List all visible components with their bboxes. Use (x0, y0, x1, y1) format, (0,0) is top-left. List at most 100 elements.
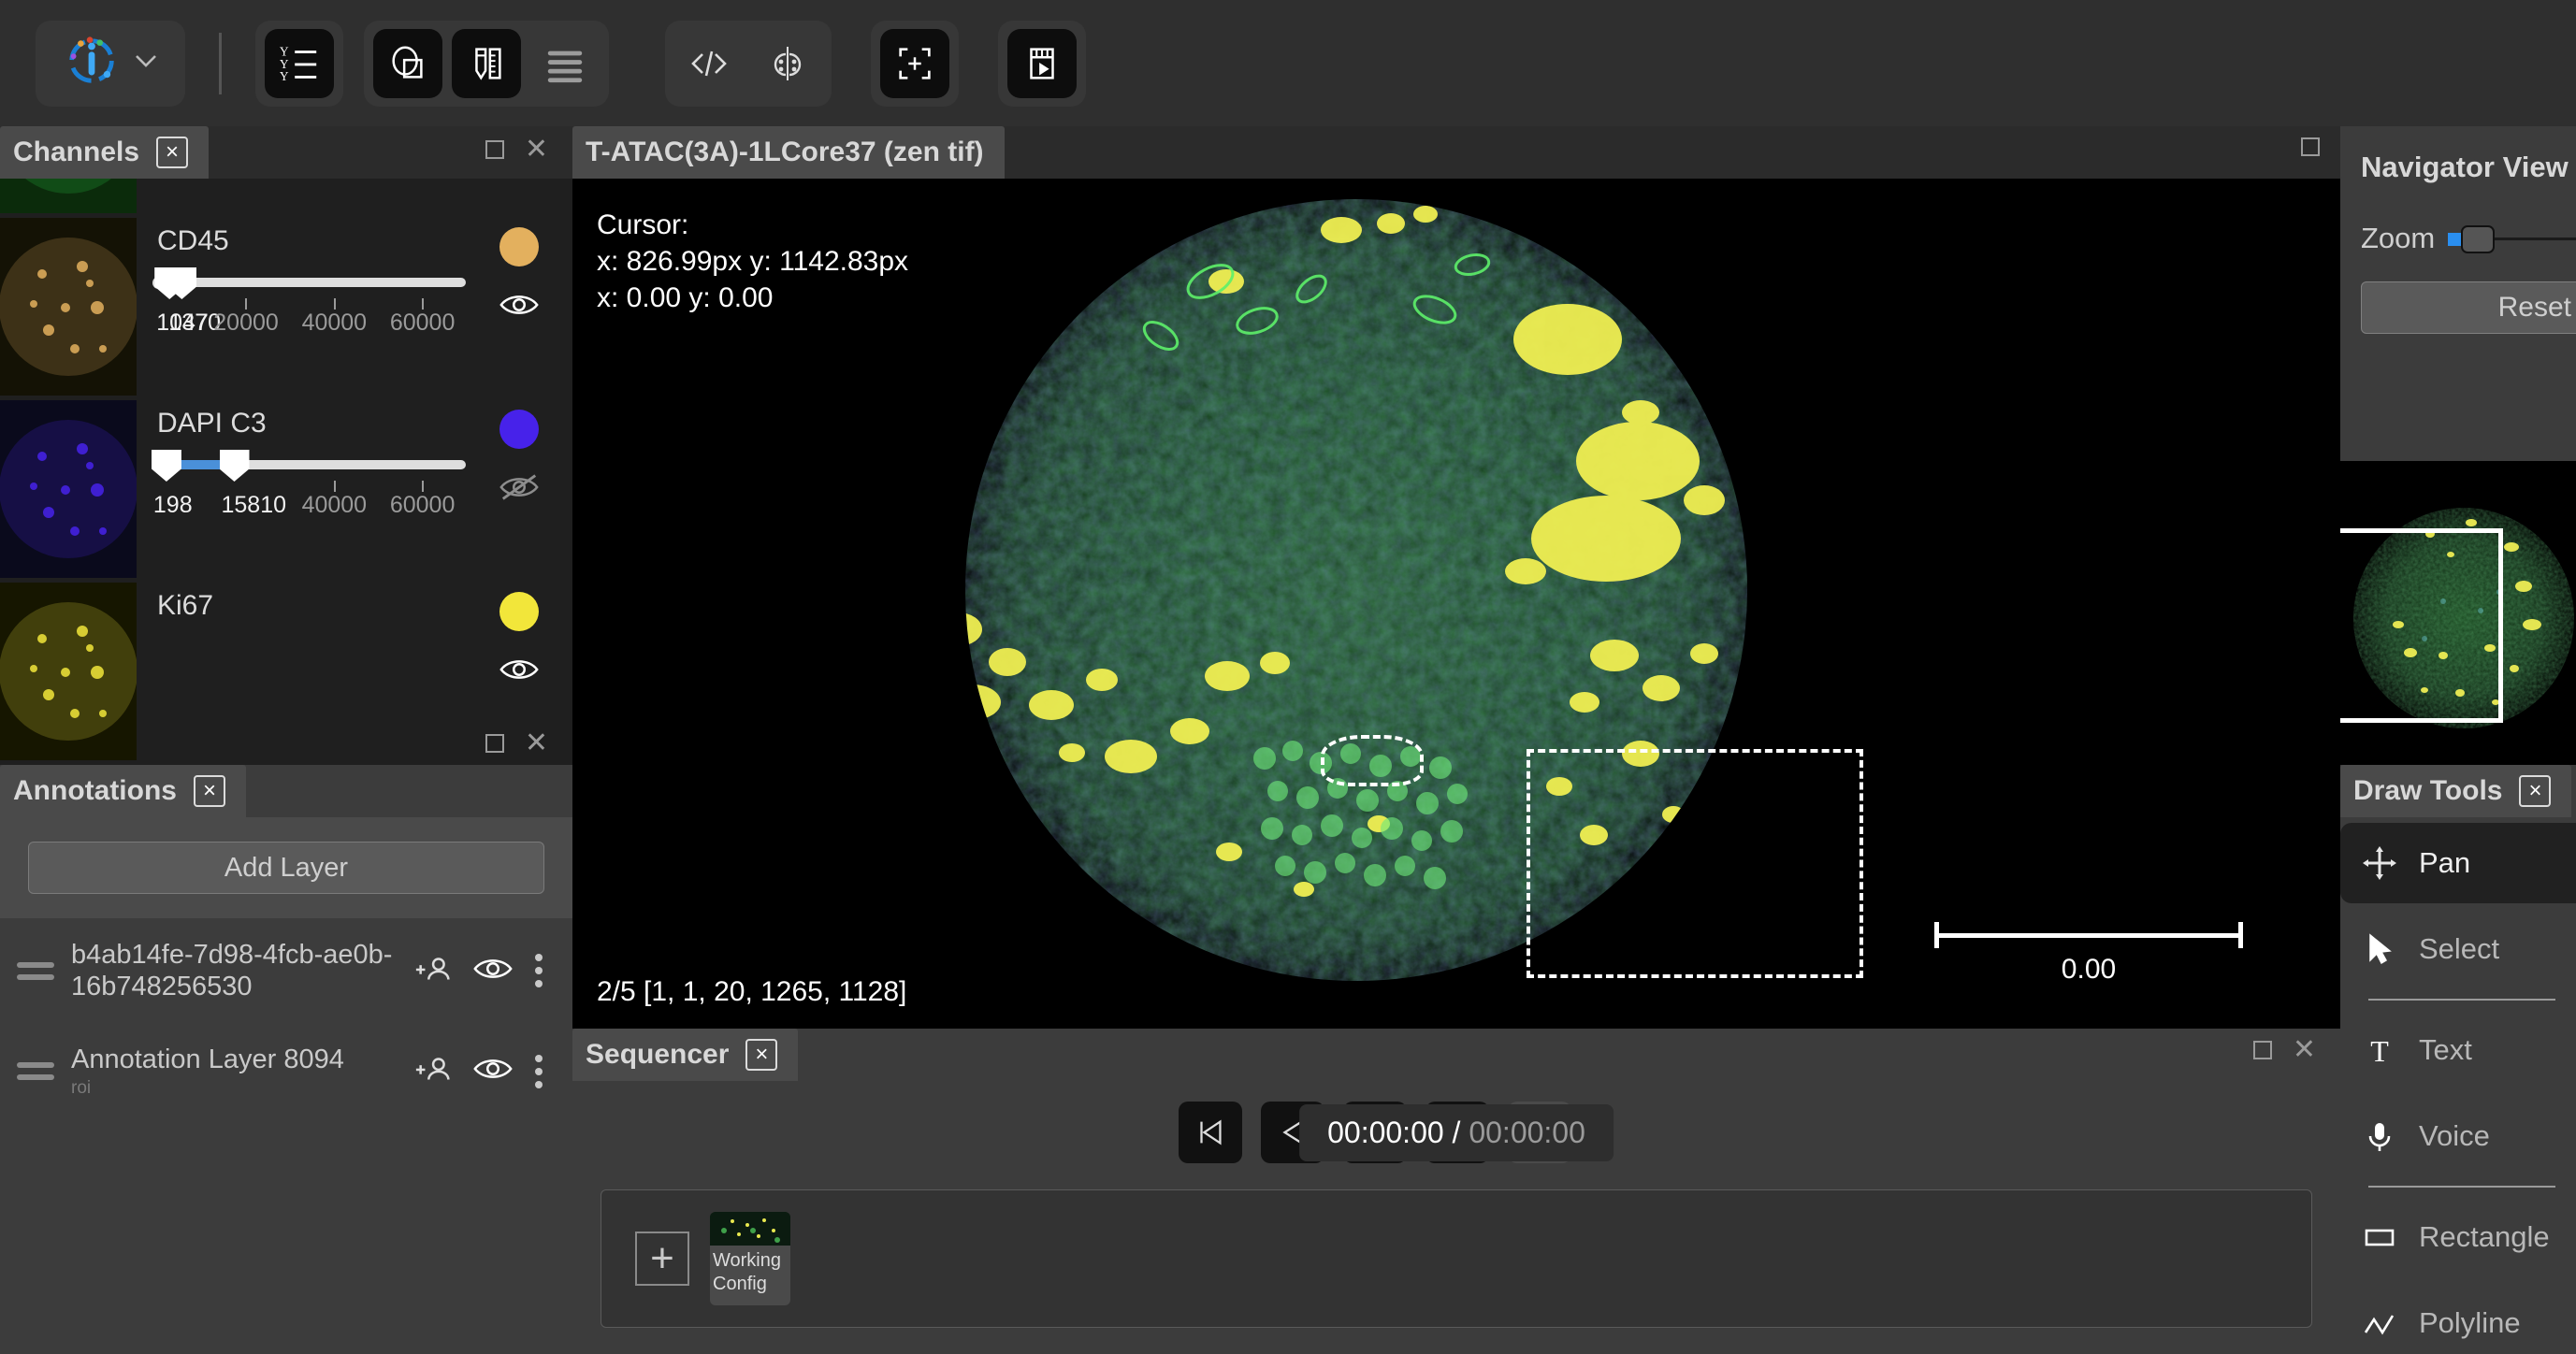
eye-hidden-icon[interactable] (498, 473, 541, 501)
draw-tools-divider (2368, 999, 2555, 1001)
close-icon[interactable]: × (2519, 775, 2551, 807)
range-min-handle[interactable] (152, 450, 181, 482)
eye-visible-icon[interactable] (498, 291, 541, 319)
close-icon[interactable]: × (156, 137, 188, 168)
toolbar-divider (219, 33, 222, 94)
maximize-icon[interactable] (485, 734, 504, 753)
sequencer-step-card[interactable]: Working Config (710, 1212, 790, 1305)
annotation-layers-list: b4ab14fe-7d98-4fcb-ae0b-16b748256530 Anno… (0, 918, 572, 1119)
channel-body: DAPI C3198158104000060000 (137, 400, 572, 520)
menu-button[interactable] (530, 29, 600, 98)
add-user-icon[interactable] (413, 955, 456, 987)
scale-bar-label: 0.00 (1934, 954, 2243, 986)
draw-tool-rectangle[interactable]: Rectangle (2340, 1197, 2576, 1277)
draw-tool-select[interactable]: Select (2340, 909, 2576, 989)
skip-to-start-button[interactable] (1179, 1102, 1242, 1163)
channel-slider-ticks: 10471370200004000060000 (157, 298, 466, 338)
annotations-tab[interactable]: Annotations × (0, 765, 246, 817)
eye-visible-icon[interactable] (471, 955, 514, 987)
sequencer-tab-label: Sequencer (586, 1039, 729, 1071)
app-logo-button[interactable] (36, 21, 185, 107)
add-user-icon[interactable] (413, 1055, 456, 1088)
range-max-handle[interactable] (220, 450, 250, 482)
channels-list[interactable]: ER09039200004000060000CD4510471370200004… (0, 179, 572, 765)
draw-tools-tab[interactable]: Draw Tools × (2340, 765, 2571, 817)
cursor-label: Cursor: (597, 207, 908, 243)
channel-color-swatch[interactable] (499, 227, 539, 266)
reset-view-button[interactable]: Reset (2361, 281, 2576, 334)
code-button[interactable] (674, 29, 744, 98)
toolbar-group-analysis (665, 21, 832, 107)
sequencer-panel: Sequencer × ✕ (572, 1029, 2340, 1354)
draw-tool-voice[interactable]: Voice (2340, 1096, 2576, 1176)
filmstrip-button[interactable] (1007, 29, 1077, 98)
sequencer-steps: Working Config (710, 1212, 790, 1305)
annotations-panel: Annotations × ✕ Add Layer b4ab14fe-7d98-… (0, 765, 572, 1354)
navigator-viewport-rect[interactable] (2340, 528, 2503, 723)
close-icon[interactable]: ✕ (525, 136, 548, 164)
toolbar-group-view (871, 21, 959, 107)
viewer-header: T-ATAC(3A)-1LCore37 (zen tif) (572, 126, 2340, 179)
annotations-window-buttons: ✕ (485, 729, 548, 757)
annotation-layer-title: b4ab14fe-7d98-4fcb-ae0b-16b748256530 (71, 939, 397, 1002)
fit-to-screen-button[interactable] (880, 29, 949, 98)
channel-range-slider[interactable] (157, 270, 466, 295)
zoom-slider-knob[interactable] (2461, 225, 2495, 253)
channels-list-button[interactable]: Y Y Y (265, 29, 334, 98)
close-icon[interactable]: ✕ (2293, 1036, 2316, 1064)
channels-panel-header: Channels × ✕ (0, 126, 572, 179)
kebab-menu-icon[interactable] (529, 954, 548, 987)
channel-max-value: 15810 (222, 492, 287, 519)
rectangle-icon (2361, 1218, 2398, 1256)
add-step-button[interactable]: + (635, 1232, 689, 1286)
channel-thumbnail[interactable] (0, 400, 137, 578)
annotation-layer-row[interactable]: Annotation Layer 8094roi (0, 1023, 572, 1118)
scale-bar-graphic (1934, 922, 2243, 948)
roi-rectangle-annotation[interactable] (1527, 749, 1863, 978)
zoom-slider[interactable] (2448, 225, 2576, 252)
microphone-icon (2361, 1117, 2398, 1155)
channels-tab[interactable]: Channels × (0, 126, 209, 179)
sequencer-timeline[interactable]: + Working Config (601, 1189, 2312, 1328)
channel-color-swatch[interactable] (499, 410, 539, 449)
maximize-icon[interactable] (485, 140, 504, 159)
navigator-minimap[interactable] (2340, 461, 2576, 765)
channel-thumbnail[interactable] (0, 179, 137, 213)
sequencer-tab[interactable]: Sequencer × (572, 1029, 798, 1081)
sequencer-window-buttons: ✕ (2253, 1036, 2316, 1064)
roi-freehand-annotation[interactable] (1321, 735, 1424, 786)
eye-visible-icon[interactable] (498, 655, 541, 684)
eye-visible-icon[interactable] (471, 1055, 514, 1088)
kebab-menu-icon[interactable] (529, 1055, 548, 1088)
shapes-overlay-button[interactable] (373, 29, 442, 98)
frame-index-readout: 2/5 [1, 1, 20, 1265, 1128] (597, 976, 906, 1008)
channel-range-slider[interactable] (157, 453, 466, 477)
channel-color-swatch[interactable] (499, 592, 539, 631)
draw-tool-text[interactable]: TText (2340, 1010, 2576, 1090)
close-icon[interactable]: × (745, 1039, 777, 1071)
drag-handle-icon[interactable] (17, 956, 54, 987)
draw-tool-polyline[interactable]: Polyline (2340, 1283, 2576, 1354)
maximize-icon[interactable] (2301, 137, 2320, 156)
image-viewer-panel: T-ATAC(3A)-1LCore37 (zen tif) (572, 126, 2340, 1029)
toolbar-group-filmstrip (998, 21, 1086, 107)
segmentation-button[interactable] (753, 29, 822, 98)
chevron-down-icon[interactable] (134, 52, 158, 74)
annotation-layer-actions (413, 954, 548, 987)
channel-thumbnail[interactable] (0, 218, 137, 396)
close-icon[interactable]: ✕ (525, 729, 548, 757)
channel-row: ER09039200004000060000 (0, 179, 572, 218)
draw-tool-pan[interactable]: Pan (2340, 823, 2576, 903)
viewer-tab[interactable]: T-ATAC(3A)-1LCore37 (zen tif) (572, 126, 1005, 179)
draw-measure-button[interactable] (452, 29, 521, 98)
drag-handle-icon[interactable] (17, 1056, 54, 1087)
channel-thumbnail[interactable] (0, 583, 137, 760)
channel-tick-label: 60000 (390, 310, 456, 337)
annotation-layer-row[interactable]: b4ab14fe-7d98-4fcb-ae0b-16b748256530 (0, 918, 572, 1023)
image-canvas[interactable]: Cursor: x: 826.99px y: 1142.83px x: 0.00… (572, 179, 2340, 1029)
draw-tools-panel: Draw Tools × PanSelect TTextVoice Rectangl… (2340, 765, 2576, 1354)
close-icon[interactable]: × (194, 775, 225, 807)
add-layer-button[interactable]: Add Layer (28, 842, 544, 894)
maximize-icon[interactable] (2253, 1041, 2272, 1059)
channel-min-value: 198 (153, 492, 193, 519)
